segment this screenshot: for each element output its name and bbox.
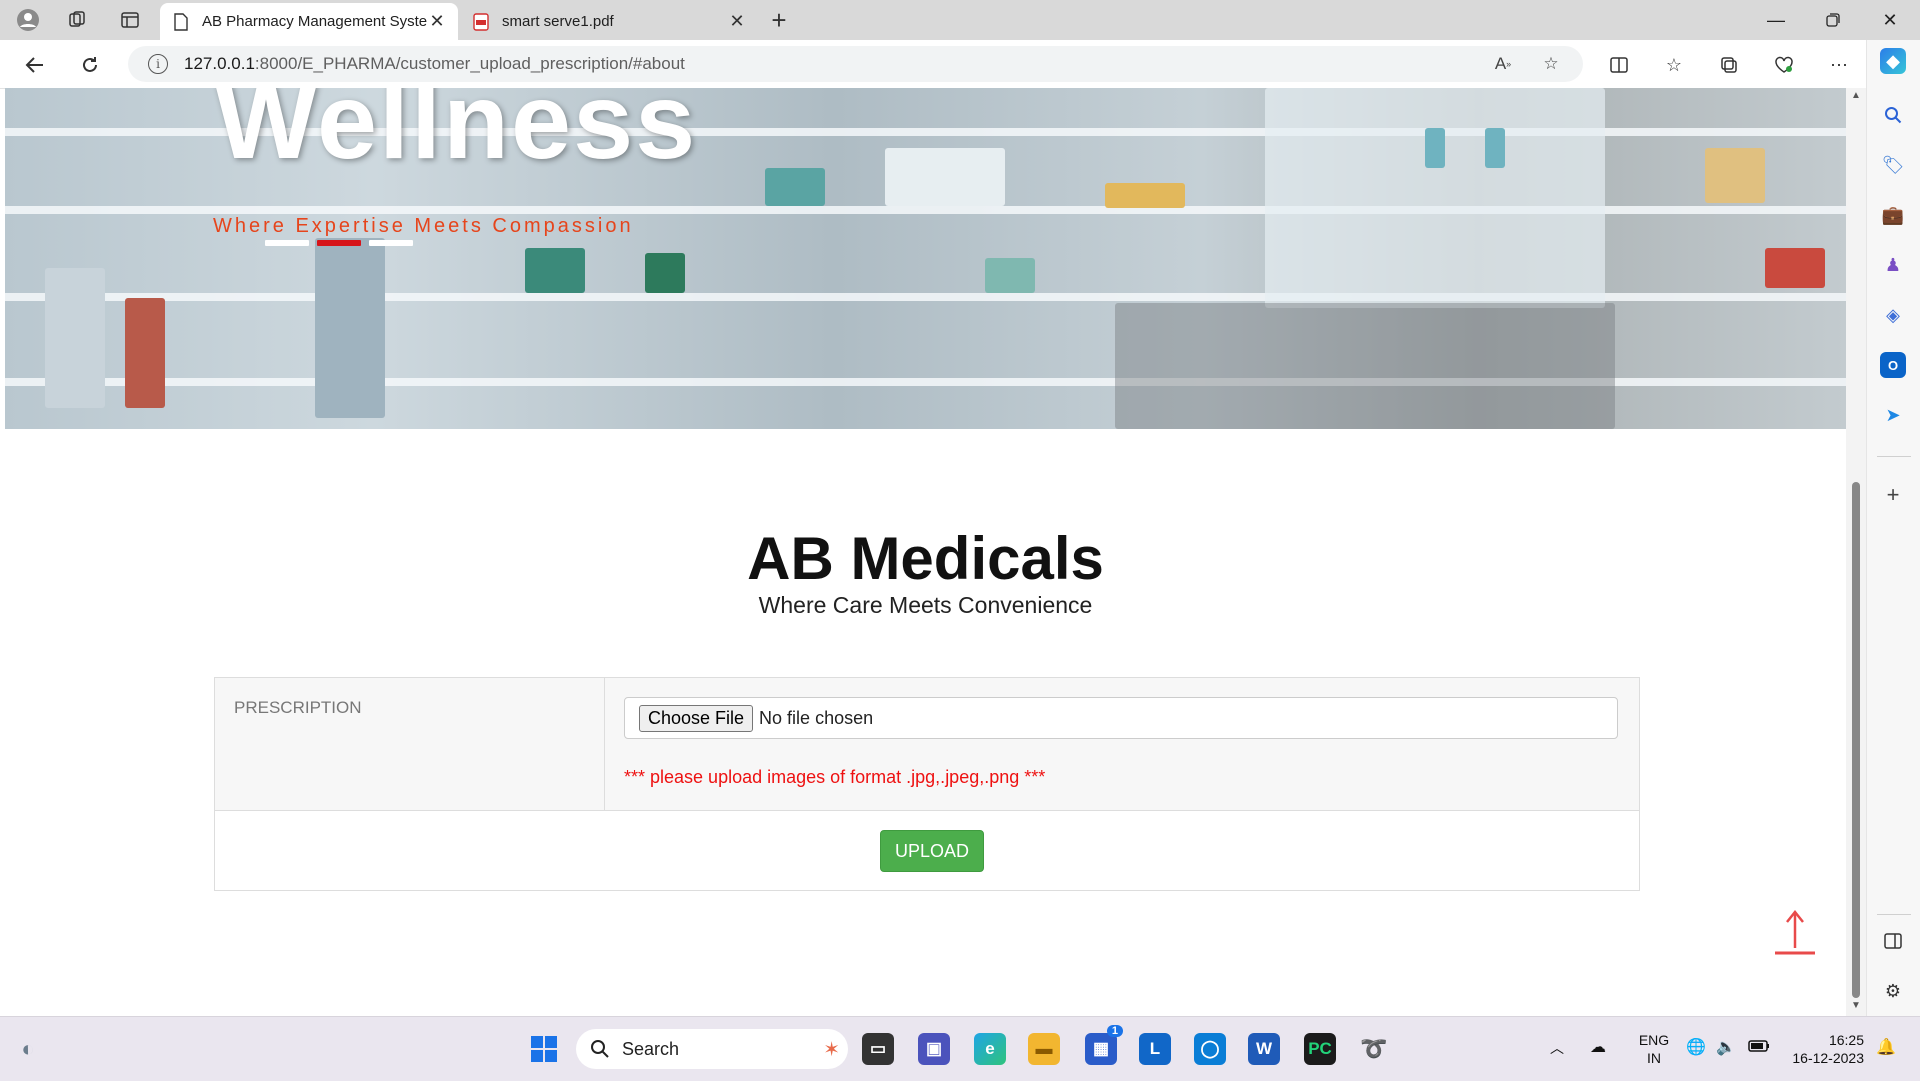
hero-title: Wellness [215, 88, 698, 181]
language-secondary: IN [1647, 1050, 1661, 1066]
task-view-icon[interactable]: ▭ [862, 1033, 894, 1065]
more-options-icon[interactable]: ⋯ [1824, 50, 1854, 80]
tools-briefcase-icon[interactable]: 💼 [1880, 202, 1906, 228]
page-scrollbar[interactable]: ▲ ▼ [1846, 88, 1866, 1016]
network-globe-icon[interactable]: 🌐 [1686, 1039, 1706, 1057]
taskbar-search-box[interactable]: Search ✶ [576, 1029, 848, 1069]
collections-icon[interactable] [1714, 50, 1744, 80]
brand-header: AB Medicals Where Care Meets Convenience [5, 526, 1846, 619]
url-host: 127.0.0.1 [184, 54, 255, 73]
scrollbar-thumb[interactable] [1852, 482, 1860, 998]
pycharm-icon[interactable]: PC [1304, 1033, 1336, 1065]
language-indicator[interactable]: ENG IN [1634, 1031, 1674, 1067]
scroll-to-top-icon[interactable] [1773, 908, 1817, 958]
favorite-star-icon[interactable]: ☆ [1536, 46, 1566, 82]
scroll-up-icon[interactable]: ▲ [1846, 90, 1866, 101]
search-icon[interactable] [1880, 102, 1906, 128]
read-aloud-icon[interactable]: A» [1488, 46, 1518, 82]
workspaces-icon[interactable] [63, 6, 91, 34]
clock[interactable]: 16:25 16-12-2023 [1780, 1031, 1864, 1067]
upload-form-table: PRESCRIPTION Choose File No file chosen … [214, 677, 1640, 891]
start-windows-icon[interactable] [528, 1033, 560, 1065]
page-icon [172, 12, 190, 31]
profile-icon[interactable] [14, 6, 42, 34]
battery-icon[interactable] [1748, 1039, 1770, 1057]
scroll-down-icon[interactable]: ▼ [1846, 1000, 1866, 1011]
volume-icon[interactable]: 🔈 [1716, 1039, 1736, 1057]
onedrive-cloud-icon[interactable]: ☁ [1590, 1039, 1606, 1057]
tab-pharmacy[interactable]: AB Pharmacy Management Syste ✕ [160, 3, 458, 40]
hero-divider [265, 240, 413, 246]
tab-pdf[interactable]: smart serve1.pdf ✕ [460, 3, 758, 40]
dolphin-app-icon[interactable]: ➰ [1358, 1033, 1390, 1065]
edge-sidebar: ◆ 🏷 💼 ♟ ◈ O ➤ + ⚙ [1866, 40, 1920, 1016]
shopping-tag-icon[interactable]: 🏷 [1880, 152, 1906, 178]
choose-file-button[interactable]: Choose File [639, 704, 754, 732]
edge-browser-icon[interactable]: e [974, 1033, 1006, 1065]
close-window-icon[interactable]: ✕ [1863, 0, 1917, 40]
teams-chat-icon[interactable]: ▣ [918, 1033, 950, 1065]
language-primary: ENG [1638, 1032, 1670, 1048]
new-tab-icon[interactable]: + [765, 5, 793, 35]
page-viewport: Wellness Where Expertise Meets Compassio… [5, 88, 1846, 1016]
prescription-row: PRESCRIPTION Choose File No file chosen … [215, 678, 1639, 811]
page-subtitle: Where Care Meets Convenience [758, 592, 1093, 618]
file-status-text: No file chosen [759, 707, 874, 728]
app-l-icon[interactable]: L [1139, 1033, 1171, 1065]
close-tab-icon[interactable]: ✕ [728, 11, 746, 32]
send-icon[interactable]: ➤ [1880, 402, 1906, 428]
outlook-icon[interactable]: O [1880, 352, 1906, 378]
browser-essentials-icon[interactable] [1769, 50, 1799, 80]
search-icon [591, 1040, 609, 1058]
favorites-icon[interactable]: ☆ [1659, 50, 1689, 80]
clock-time: 16:25 [1828, 1032, 1864, 1048]
cortana-ring-icon[interactable]: ◯ [1194, 1033, 1226, 1065]
address-bar-row: i 127.0.0.1:8000/E_PHARMA/customer_uploa… [0, 40, 1920, 89]
settings-gear-icon[interactable]: ⚙ [1880, 978, 1906, 1004]
minimize-icon[interactable]: — [1749, 0, 1803, 40]
word-icon[interactable]: W [1248, 1033, 1280, 1065]
weather-widget-icon[interactable]: ◐ [12, 1033, 44, 1065]
url-path: :8000/E_PHARMA/customer_upload_prescript… [254, 54, 685, 73]
tab-strip: AB Pharmacy Management Syste ✕ smart ser… [0, 0, 1920, 40]
notification-bell-icon[interactable]: 🔔 [1876, 1039, 1896, 1057]
copilot-icon[interactable]: ◆ [1880, 48, 1906, 74]
taskbar: ◐ Search ✶ ▭ ▣ e ▬ ▦ 1 L ◯ W PC ➰ ︿ ☁ EN… [0, 1016, 1920, 1081]
store-badge: 1 [1106, 1025, 1123, 1037]
taskbar-search-placeholder: Search [622, 1038, 680, 1059]
back-icon[interactable] [20, 50, 50, 80]
tab-label: AB Pharmacy Management Syste [202, 13, 428, 30]
site-info-icon[interactable]: i [148, 54, 168, 74]
clock-date: 16-12-2023 [1792, 1050, 1864, 1066]
close-tab-icon[interactable]: ✕ [428, 11, 446, 32]
prescription-file-input[interactable]: Choose File No file chosen [624, 697, 1618, 739]
microsoft-365-icon[interactable]: ◈ [1880, 302, 1906, 328]
hero-banner: Wellness Where Expertise Meets Compassio… [5, 88, 1846, 429]
games-icon[interactable]: ♟ [1880, 252, 1906, 278]
split-screen-icon[interactable] [1604, 50, 1634, 80]
restore-icon[interactable] [1806, 0, 1860, 40]
hide-sidebar-icon[interactable] [1880, 928, 1906, 954]
tab-actions-icon[interactable] [116, 6, 144, 34]
search-highlight-icon: ✶ [823, 1038, 840, 1061]
microsoft-store-icon[interactable]: ▦ 1 [1085, 1025, 1123, 1065]
upload-button[interactable]: UPLOAD [880, 830, 984, 872]
file-explorer-icon[interactable]: ▬ [1028, 1033, 1060, 1065]
hero-tagline: Where Expertise Meets Compassion [213, 215, 634, 237]
refresh-icon[interactable] [75, 50, 105, 80]
prescription-label: PRESCRIPTION [215, 678, 605, 810]
page-title: AB Medicals [747, 525, 1104, 592]
tab-label: smart serve1.pdf [502, 13, 614, 30]
file-format-hint: *** please upload images of format .jpg,… [624, 767, 1046, 787]
pdf-icon [472, 12, 490, 31]
url-field[interactable]: i 127.0.0.1:8000/E_PHARMA/customer_uploa… [128, 46, 1583, 82]
show-hidden-icons[interactable]: ︿ [1550, 1039, 1564, 1057]
add-sidebar-app-icon[interactable]: + [1880, 482, 1906, 508]
